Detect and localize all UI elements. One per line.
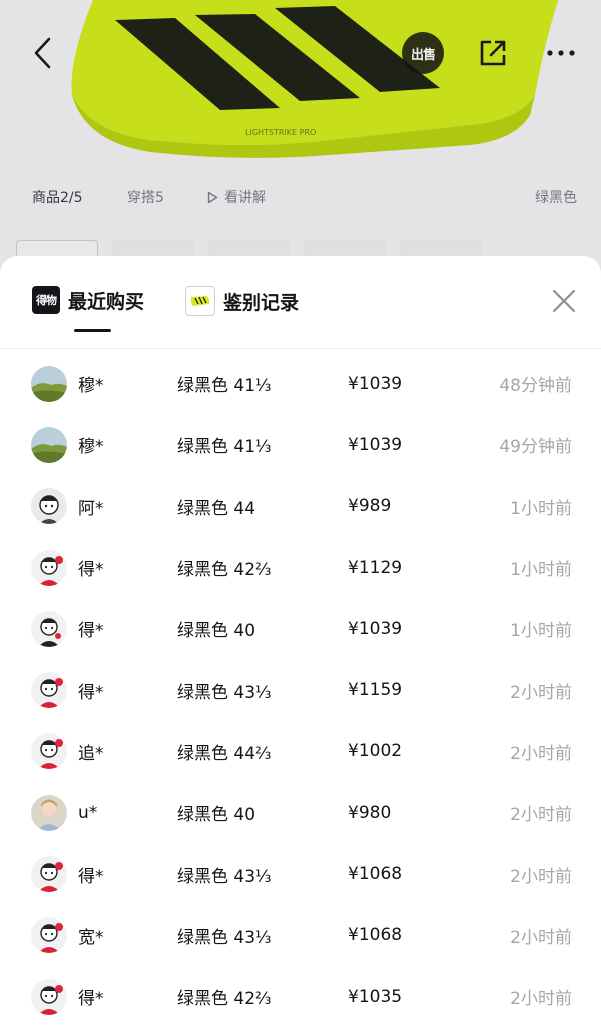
purchase-spec: 绿黑色 40 (177, 805, 256, 826)
purchase-price: ¥1039 (348, 618, 403, 639)
tab-verification-records[interactable]: 鉴别记录 (185, 286, 299, 316)
buyer-name: 穆* (78, 437, 104, 458)
tab-recent-purchases[interactable]: 得物 最近购买 (32, 286, 144, 314)
tab-recent-purchases-label: 最近购买 (68, 290, 145, 313)
purchase-row: 穆* 绿黑色 41⅓ ¥1039 49分钟前 (0, 414, 601, 475)
purchase-time: 48分钟前 (499, 376, 572, 397)
purchase-price: ¥1159 (348, 680, 403, 701)
purchase-row: 得* 绿黑色 40 ¥1039 1小时前 (0, 598, 601, 659)
purchase-row: 得* 绿黑色 42⅔ ¥1129 1小时前 (0, 537, 601, 598)
buyer-name: 得* (78, 989, 104, 1010)
purchase-price: ¥1002 (348, 741, 403, 762)
purchase-price: ¥1039 (348, 373, 403, 394)
avatar[interactable] (31, 856, 67, 893)
purchase-price: ¥1129 (348, 557, 403, 578)
purchase-spec: 绿黑色 42⅔ (177, 560, 272, 581)
buyer-name: u* (78, 802, 98, 823)
purchase-spec: 绿黑色 42⅔ (177, 989, 272, 1010)
purchase-price: ¥1068 (348, 925, 403, 946)
purchase-row: u* 绿黑色 40 ¥980 2小时前 (0, 782, 601, 843)
avatar[interactable] (31, 426, 67, 463)
active-tab-indicator (74, 329, 111, 332)
avatar[interactable] (31, 733, 67, 770)
purchase-row: 宽* 绿黑色 43⅓ ¥1068 2小时前 (0, 905, 601, 966)
purchase-time: 1小时前 (510, 498, 572, 519)
purchase-spec: 绿黑色 44 (177, 498, 256, 519)
sheet-header: 得物 最近购买 鉴别记录 (0, 256, 601, 349)
overlay-dim[interactable] (0, 0, 601, 300)
buyer-name: 宽* (78, 927, 104, 948)
buyer-name: 得* (78, 621, 104, 642)
buyer-name: 得* (78, 866, 104, 887)
purchase-row: 得* 绿黑色 43⅓ ¥1159 2小时前 (0, 659, 601, 720)
purchase-time: 2小时前 (510, 682, 572, 703)
buyer-name: 得* (78, 560, 104, 581)
recent-purchases-sheet: 得物 最近购买 鉴别记录 穆* 绿黑色 41⅓ ¥1039 48分钟前 穆* 绿黑色 41… (0, 256, 601, 1036)
avatar[interactable] (31, 610, 67, 647)
purchase-spec: 绿黑色 43⅓ (177, 866, 272, 887)
purchase-price: ¥1035 (348, 986, 403, 1007)
product-page-background: LIGHTSTRIKE PRO 出售 商品2/5 穿搭5 看讲解 绿黑色 (0, 0, 601, 300)
avatar[interactable] (31, 672, 67, 709)
buyer-name: 追* (78, 743, 104, 764)
shoe-thumbnail-icon (185, 286, 215, 316)
purchase-time: 2小时前 (510, 989, 572, 1010)
purchase-spec: 绿黑色 41⅓ (177, 437, 272, 458)
purchase-price: ¥980 (348, 802, 392, 823)
purchase-time: 2小时前 (510, 743, 572, 764)
purchase-time: 2小时前 (510, 866, 572, 887)
purchase-spec: 绿黑色 40 (177, 621, 256, 642)
close-button[interactable] (549, 286, 579, 316)
purchase-spec: 绿黑色 43⅓ (177, 682, 272, 703)
purchase-row: 得* 绿黑色 42⅔ ¥1035 2小时前 (0, 966, 601, 1027)
buyer-name: 得* (78, 682, 104, 703)
avatar[interactable] (31, 794, 67, 831)
close-icon (552, 289, 576, 313)
purchase-list: 穆* 绿黑色 41⅓ ¥1039 48分钟前 穆* 绿黑色 41⅓ ¥1039 49分钟前 阿*… (0, 353, 601, 1027)
purchase-time: 2小时前 (510, 805, 572, 826)
brand-logo-icon: 得物 (32, 286, 60, 314)
purchase-time: 49分钟前 (499, 437, 572, 458)
avatar[interactable] (31, 917, 67, 954)
purchase-spec: 绿黑色 43⅓ (177, 927, 272, 948)
avatar[interactable] (31, 978, 67, 1015)
avatar[interactable] (31, 488, 67, 525)
purchase-row: 阿* 绿黑色 44 ¥989 1小时前 (0, 476, 601, 537)
purchase-row: 得* 绿黑色 43⅓ ¥1068 2小时前 (0, 843, 601, 904)
purchase-spec: 绿黑色 41⅓ (177, 376, 272, 397)
purchase-spec: 绿黑色 44⅔ (177, 743, 272, 764)
purchase-time: 1小时前 (510, 621, 572, 642)
buyer-name: 阿* (78, 498, 104, 519)
avatar[interactable] (31, 549, 67, 586)
purchase-row: 追* 绿黑色 44⅔ ¥1002 2小时前 (0, 721, 601, 782)
purchase-time: 2小时前 (510, 927, 572, 948)
purchase-row: 穆* 绿黑色 41⅓ ¥1039 48分钟前 (0, 353, 601, 414)
avatar[interactable] (31, 365, 67, 402)
purchase-time: 1小时前 (510, 560, 572, 581)
purchase-price: ¥1068 (348, 864, 403, 885)
tab-verification-records-label: 鉴别记录 (223, 291, 300, 314)
purchase-price: ¥989 (348, 496, 392, 517)
buyer-name: 穆* (78, 376, 104, 397)
purchase-price: ¥1039 (348, 434, 403, 455)
